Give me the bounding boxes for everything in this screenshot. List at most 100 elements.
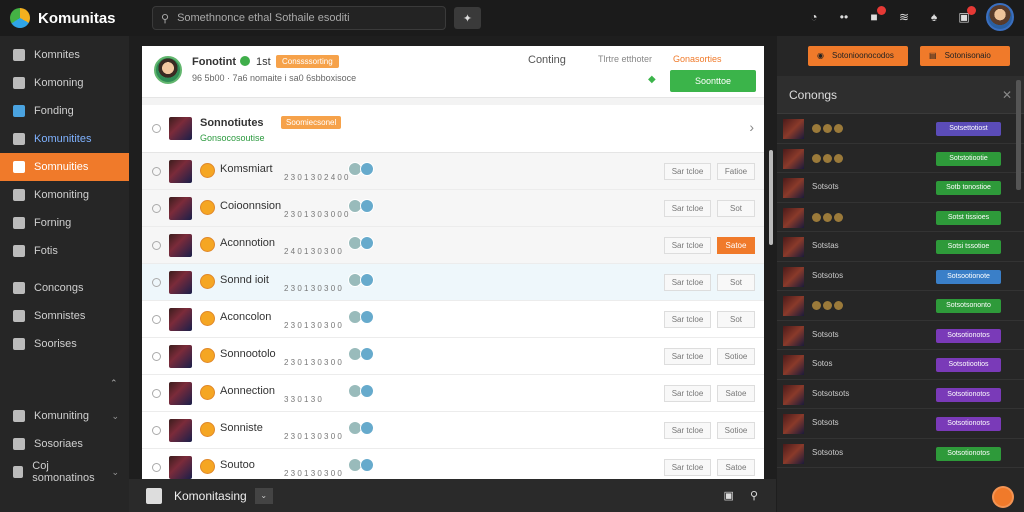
table-row[interactable]: Soutoo 2 3 0 1 3 0 3 0 0 Sar tcloe Satoe <box>142 449 764 480</box>
list-item[interactable]: Sotsotsononto <box>777 291 1024 321</box>
sidebar-item-13[interactable]: Coj somonatinos ⌄ <box>0 458 129 486</box>
profile-secondary-link[interactable]: Tlrtre etthoter <box>598 54 652 64</box>
item-badge[interactable]: Sotstotiootie <box>936 151 1001 166</box>
app-logo[interactable]: Komunitas <box>10 8 140 28</box>
list-item[interactable]: Sotos Sotsotiootios <box>777 350 1024 380</box>
list-item[interactable]: Sotsettotiost <box>777 114 1024 144</box>
row-primary-button[interactable]: Sot <box>717 274 755 291</box>
row-primary-button[interactable]: Sotioe <box>717 348 755 365</box>
community-header[interactable]: Sonnotiutes Gonsocosoutise Soomiecsonel … <box>142 105 764 153</box>
row-secondary-button[interactable]: Sar tcloe <box>664 422 711 439</box>
row-checkbox[interactable] <box>152 315 161 324</box>
clock-icon[interactable]: ◔ <box>806 9 822 25</box>
right-action-button-1[interactable]: ◉ Sotonioonocodos <box>808 46 908 66</box>
row-checkbox[interactable] <box>152 167 161 176</box>
profile-count-label[interactable]: Conting <box>528 54 566 66</box>
search-action-button[interactable]: ✦ <box>454 7 481 29</box>
row-secondary-button[interactable]: Sar tcloe <box>664 200 711 217</box>
support-button[interactable] <box>992 486 1014 508</box>
table-row[interactable]: Sonnd ioit 2 3 0 1 3 0 3 0 0 Sar tcloe Sot <box>142 264 764 301</box>
avatar[interactable] <box>986 3 1014 31</box>
table-row[interactable]: Sonniste 2 3 0 1 3 0 3 0 0 Sar tcloe Sotioe <box>142 412 764 449</box>
row-secondary-button[interactable]: Sar tcloe <box>664 237 711 254</box>
search-icon[interactable]: ⚲ <box>750 489 758 502</box>
list-item[interactable]: Sotsotos Sotsootionote <box>777 262 1024 291</box>
chat-icon[interactable]: •• <box>836 9 852 25</box>
list-item[interactable]: Sotsots Sotsotionotos <box>777 321 1024 350</box>
list-item[interactable]: Sotst tissioes <box>777 203 1024 232</box>
sidebar-item-9[interactable]: Somnistes <box>0 302 129 330</box>
sidebar-item-4[interactable]: Somnuities <box>0 153 129 181</box>
row-secondary-button[interactable]: Sar tcloe <box>664 348 711 365</box>
row-primary-button[interactable]: Satoe <box>717 459 755 476</box>
list-item[interactable]: Sotstas Sotsi tssotioe <box>777 232 1024 262</box>
dropdown-button[interactable]: ⌄ <box>254 487 273 504</box>
screenshot-icon[interactable]: ▣ <box>724 489 734 502</box>
row-checkbox[interactable] <box>152 426 161 435</box>
row-primary-button[interactable]: Sot <box>717 311 755 328</box>
item-badge[interactable]: Sotsotionotos <box>936 446 1001 461</box>
controller-icon[interactable]: ♠ <box>926 9 942 25</box>
row-secondary-button[interactable]: Sar tcloe <box>664 311 711 328</box>
row-primary-button[interactable]: Fatioe <box>717 163 755 180</box>
row-secondary-button[interactable]: Sar tcloe <box>664 274 711 291</box>
close-icon[interactable]: ✕ <box>1002 88 1012 102</box>
sidebar-item-6[interactable]: Forning <box>0 209 129 237</box>
search-input[interactable]: ⚲ Somethnonce ethal Sothaile esoditi <box>152 6 446 30</box>
message-icon[interactable]: ≋ <box>896 9 912 25</box>
table-row[interactable]: Aconnotion 2 4 0 1 3 0 3 0 0 Sar tcloe Sato… <box>142 227 764 264</box>
item-badge[interactable]: Sotsettotiost <box>936 122 1001 136</box>
sidebar-item-7[interactable]: Fotis <box>0 237 129 265</box>
row-checkbox[interactable] <box>152 463 161 472</box>
sidebar-item-0[interactable]: Komnites <box>0 41 129 69</box>
item-badge[interactable]: Sotsotionotos <box>936 417 1001 431</box>
item-badge[interactable]: Sotsotionotos <box>936 387 1001 402</box>
table-row[interactable]: Komsmiart 2 3 0 1 3 0 2 4 0 0 Sar tcloe Fat… <box>142 153 764 190</box>
table-row[interactable]: Coioonnsion 2 3 0 1 3 0 3 0 0 0 Sar tcloe S… <box>142 190 764 227</box>
right-scrollbar[interactable] <box>1016 80 1021 190</box>
select-checkbox[interactable] <box>152 124 161 133</box>
sidebar-item-11[interactable]: Komuniting ⌄ <box>0 402 129 430</box>
row-checkbox[interactable] <box>152 352 161 361</box>
sidebar-item-1[interactable]: Komoning <box>0 69 129 97</box>
row-primary-button[interactable]: Sotioe <box>717 422 755 439</box>
row-primary-button[interactable]: Satoe <box>717 237 755 254</box>
row-secondary-button[interactable]: Sar tcloe <box>664 459 711 476</box>
chevron-right-icon[interactable]: › <box>749 119 754 135</box>
row-checkbox[interactable] <box>152 241 161 250</box>
sidebar-item-8[interactable]: Concongs <box>0 274 129 302</box>
item-badge[interactable]: Sotsotionotos <box>936 328 1001 343</box>
notification-icon[interactable]: ■ <box>866 6 886 25</box>
row-primary-button[interactable]: Satoe <box>717 385 755 402</box>
profile-avatar[interactable] <box>154 56 182 84</box>
right-action-button-2[interactable]: ▤ Sotonisonaio <box>920 46 1010 66</box>
row-primary-button[interactable]: Sot <box>717 200 755 217</box>
row-checkbox[interactable] <box>152 204 161 213</box>
table-row[interactable]: Sonnootolo 2 3 0 1 3 0 3 0 0 Sar tcloe Soti… <box>142 338 764 375</box>
row-checkbox[interactable] <box>152 389 161 398</box>
list-item[interactable]: Sotsots Sotb tonostioe <box>777 173 1024 203</box>
sidebar-item-10[interactable]: Soorises <box>0 330 129 358</box>
item-badge[interactable]: Sotsotsononto <box>936 299 1001 313</box>
profile-orange-link[interactable]: Gonasorties <box>673 54 722 64</box>
sidebar-item-12[interactable]: Sosoriaes <box>0 430 129 458</box>
sidebar-item-2[interactable]: Fonding <box>0 97 129 125</box>
item-badge[interactable]: Sotsi tssotioe <box>936 240 1001 254</box>
list-item[interactable]: Sotsotos Sotsotionotos <box>777 439 1024 468</box>
collapse-icon[interactable]: ⌃ <box>110 378 118 389</box>
item-badge[interactable]: Sotst tissioes <box>936 210 1001 225</box>
row-checkbox[interactable] <box>152 278 161 287</box>
table-row[interactable]: Aconcolon 2 3 0 1 3 0 3 0 0 Sar tcloe Sot <box>142 301 764 338</box>
list-item[interactable]: Sotsots Sotsotionotos <box>777 409 1024 439</box>
inbox-icon[interactable]: ▣ <box>956 6 976 25</box>
list-item[interactable]: Sotsotsots Sotsotionotos <box>777 380 1024 409</box>
join-button[interactable]: Soonttoe <box>670 70 756 92</box>
sidebar-item-3[interactable]: Komunitites <box>0 125 129 153</box>
main-scrollbar[interactable] <box>769 150 773 245</box>
row-secondary-button[interactable]: Sar tcloe <box>664 385 711 402</box>
row-secondary-button[interactable]: Sar tcloe <box>664 163 711 180</box>
item-badge[interactable]: Sotsotiootios <box>936 358 1001 372</box>
list-item[interactable]: Sotstotiootie <box>777 144 1024 173</box>
item-badge[interactable]: Sotb tonostioe <box>936 181 1001 195</box>
table-row[interactable]: Aonnection 3 3 0 1 3 0 Sar tcloe Satoe <box>142 375 764 412</box>
